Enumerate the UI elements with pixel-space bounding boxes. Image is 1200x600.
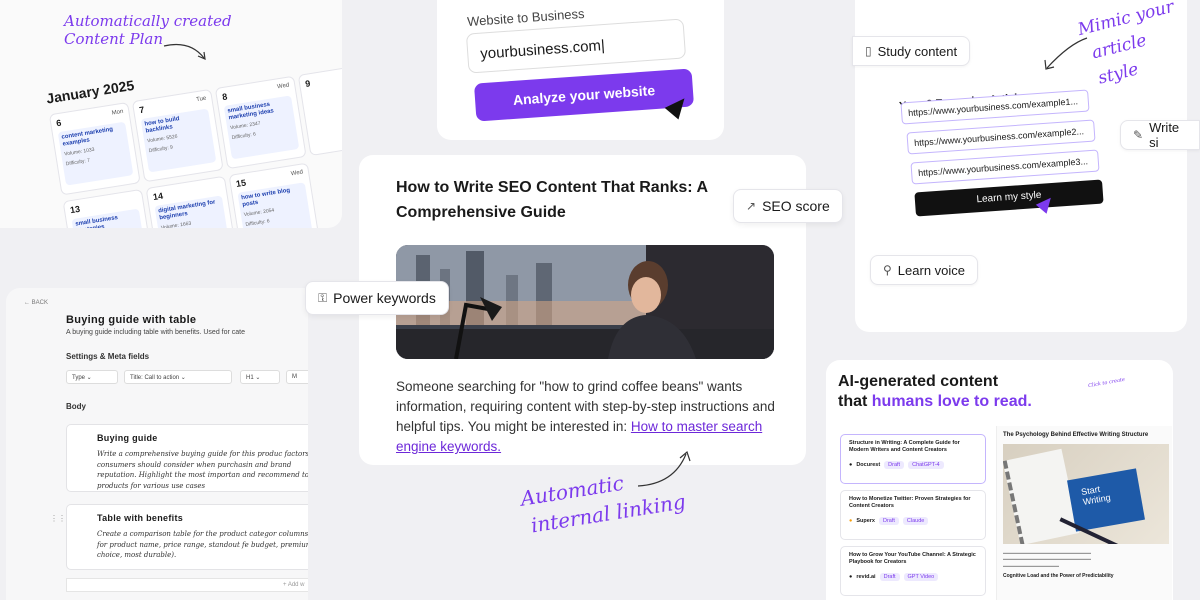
mimic-annotation: Mimic your article style — [1075, 0, 1187, 93]
drag-handle-icon[interactable]: ⋮⋮ — [50, 514, 66, 523]
item-brand: Docurest — [856, 461, 881, 468]
model-badge: GPT Video — [903, 572, 939, 581]
key-icon: ⚿ — [318, 290, 328, 305]
curved-arrow-icon — [1044, 37, 1088, 70]
template-title: Buying guide with table — [66, 314, 197, 326]
status-badge: Draft — [878, 516, 899, 525]
h1-select[interactable]: H1 ⌄ — [240, 370, 280, 384]
status-badge: Draft — [879, 572, 900, 581]
calendar-day[interactable]: 14 digital marketing for beginners Volum… — [145, 175, 238, 228]
voice-icon: ⚲ — [883, 263, 892, 277]
ai-content-card: AI-generated content that humans love to… — [826, 360, 1173, 600]
pill-label: Study content — [877, 43, 958, 59]
notebook-image: Start Writing — [1003, 444, 1169, 544]
click-note: Click to create — [1087, 376, 1126, 390]
pill-label: Learn voice — [897, 262, 966, 278]
add-label: Add w — [287, 582, 305, 588]
model-badge: Claude — [902, 516, 929, 525]
calendar-day[interactable]: 15 Wed how to write blog posts Volume: 2… — [228, 162, 321, 228]
block-heading: Table with benefits — [97, 513, 184, 523]
status-badge: Draft — [884, 460, 905, 469]
calendar-day[interactable]: 13 small business strategies — [62, 188, 155, 228]
body-heading: Body — [66, 402, 86, 411]
day-number: 9 — [304, 78, 311, 89]
brand-logo-icon: ● — [849, 573, 853, 580]
heading-highlight: humans love to read. — [871, 393, 1032, 410]
pill-label: Write si — [1149, 120, 1180, 150]
item-title: How to Monetize Twitter: Proven Strategi… — [849, 496, 971, 510]
template-subtitle: A buying guide including table with bene… — [66, 329, 246, 336]
type-select[interactable]: Type ⌄ — [66, 370, 118, 384]
buying-guide-block[interactable]: Buying guide Write a comprehensive buyin… — [66, 424, 308, 492]
woman-at-desk-image — [396, 245, 774, 359]
model-badge: ChatGPT-4 — [908, 460, 944, 469]
example-url-input[interactable]: https://www.yourbusiness.com/example2... — [906, 119, 1096, 155]
select-value: Type — [72, 375, 86, 381]
learn-style-button[interactable]: Learn my style — [914, 179, 1104, 217]
select-value: H1 — [246, 375, 254, 381]
heading-line: AI-generated content — [838, 373, 999, 390]
trend-up-icon: ↗ — [746, 199, 757, 213]
block-heading: Buying guide — [97, 433, 158, 443]
calendar-day[interactable]: 7 Tue how to build backlinks Volume: 552… — [131, 88, 224, 183]
notebook-icon — [1003, 448, 1080, 544]
example-url-input[interactable]: https://www.yourbusiness.com/example3... — [910, 149, 1100, 185]
day-topic: small business strategies — [74, 214, 119, 228]
curved-arrow-icon — [637, 450, 691, 487]
pill-label: SEO score — [762, 198, 830, 214]
item-brand: revid.ai — [856, 573, 876, 580]
pen-icon: ✎ — [1133, 128, 1144, 142]
article-title: How to Write SEO Content That Ranks: A C… — [396, 179, 708, 221]
item-brand: Superx — [856, 517, 875, 524]
book-cover: Start Writing — [1067, 468, 1145, 532]
buying-guide-card: ← BACK Buying guide with table A buying … — [6, 288, 308, 600]
block-text: Write a comprehensive buying guide for t… — [97, 450, 308, 490]
add-block-button[interactable]: + Add w — [66, 578, 308, 592]
heading-plain: that — [838, 393, 872, 410]
seo-score-pill[interactable]: ↗ SEO score — [733, 189, 843, 223]
article-list-item[interactable]: How to Grow Your YouTube Channel: A Stra… — [840, 546, 986, 596]
table-benefits-block[interactable]: Table with benefits Create a comparison … — [66, 504, 308, 570]
learn-voice-pill[interactable]: ⚲ Learn voice — [870, 255, 979, 285]
brand-logo-icon: ● — [849, 517, 853, 524]
preview-title: The Psychology Behind Effective Writing … — [1003, 432, 1149, 438]
calendar-day[interactable]: 6 Mon content marketing examples Volume:… — [48, 101, 141, 196]
select-value: M — [292, 374, 297, 380]
article-list-item[interactable]: How to Monetize Twitter: Proven Strategi… — [840, 490, 986, 540]
content-plan-card: Automatically created Content Plan Janua… — [0, 0, 342, 228]
article-preview: The Psychology Behind Effective Writing … — [996, 426, 1172, 600]
item-title: How to Grow Your YouTube Channel: A Stra… — [849, 552, 976, 566]
item-title: Structure in Writing: A Complete Guide f… — [849, 440, 960, 454]
preview-subheading: Cognitive Load and the Power of Predicta… — [1003, 573, 1114, 580]
article-photo — [396, 245, 774, 359]
settings-heading: Settings & Meta fields — [66, 352, 150, 361]
analyze-website-button[interactable]: Analyze your website — [473, 68, 695, 122]
select-value: Title: Call to action — [130, 375, 180, 381]
back-label: BACK — [31, 300, 49, 306]
pill-label: Power keywords — [333, 290, 436, 306]
title-select[interactable]: Title: Call to action ⌄ — [124, 370, 232, 384]
power-keywords-pill[interactable]: ⚿ Power keywords — [305, 281, 449, 315]
write-pill[interactable]: ✎ Write si — [1120, 120, 1200, 150]
annotation-line: Automatically created — [64, 12, 232, 30]
block-text: Create a comparison table for the produc… — [97, 530, 308, 559]
back-link[interactable]: ← BACK — [24, 300, 48, 306]
document-icon: ▯ — [865, 44, 872, 58]
ai-heading: AI-generated content that humans love to… — [838, 372, 1032, 412]
calendar-day[interactable]: 8 Wed small business marketing ideas Vol… — [214, 75, 307, 170]
website-analysis-card: Website to Business yourbusiness.com| An… — [437, 0, 724, 140]
preview-text-placeholder: ▬▬▬▬▬▬▬▬▬▬▬▬▬▬▬▬▬▬▬▬▬▬ ▬▬▬▬▬▬▬▬▬▬▬▬▬▬▬▬▬▬… — [1003, 550, 1091, 568]
brand-logo-icon: ● — [849, 461, 853, 468]
article-body: Someone searching for "how to grind coff… — [396, 377, 776, 457]
extra-select[interactable]: M — [286, 370, 308, 384]
article-list-item[interactable]: Structure in Writing: A Complete Guide f… — [840, 434, 986, 484]
study-content-pill[interactable]: ▯ Study content — [852, 36, 971, 66]
